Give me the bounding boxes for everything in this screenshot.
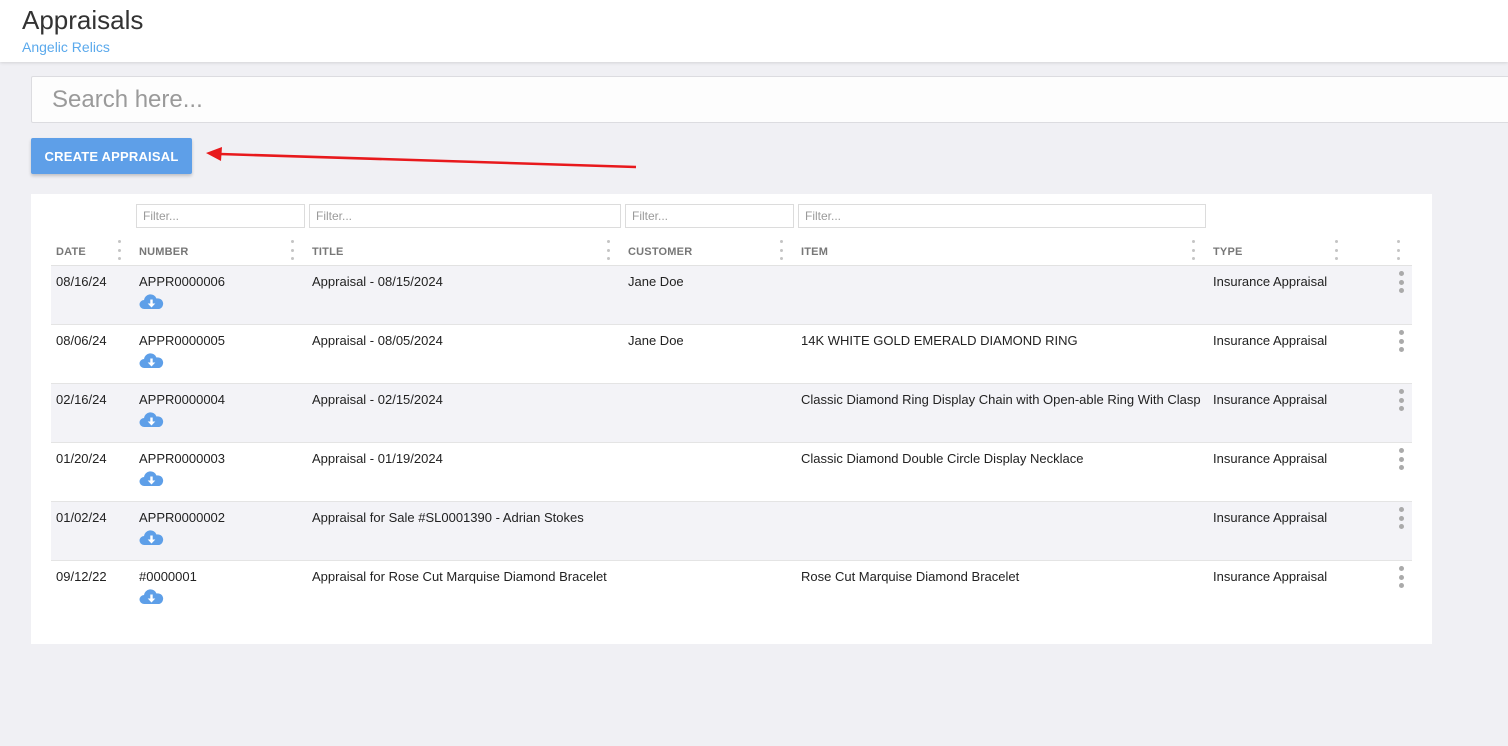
cell-date: 02/16/24 — [56, 392, 107, 407]
cell-type: Insurance Appraisal — [1213, 451, 1328, 466]
cloud-download-icon[interactable] — [139, 353, 164, 369]
cell-title: Appraisal - 08/15/2024 — [312, 274, 443, 289]
table-row[interactable]: 08/16/24 APPR0000006 Appraisal - 08/15/2… — [51, 266, 1412, 325]
cell-type: Insurance Appraisal — [1213, 510, 1328, 525]
create-appraisal-button[interactable]: CREATE APPRAISAL — [31, 138, 192, 174]
cell-customer: Jane Doe — [628, 333, 684, 348]
cell-number: APPR0000004 — [139, 392, 226, 407]
cell-date: 01/02/24 — [56, 510, 107, 525]
cell-date: 01/20/24 — [56, 451, 107, 466]
kebab-menu-icon[interactable] — [1397, 271, 1405, 293]
cell-date: 09/12/22 — [56, 569, 107, 584]
cloud-download-icon[interactable] — [139, 530, 164, 546]
appraisals-table-panel: DATE NUMBER TITLE CUSTOMER ITEM TYPE 08/… — [31, 194, 1432, 644]
cell-date: 08/06/24 — [56, 333, 107, 348]
cell-item: 14K WHITE GOLD EMERALD DIAMOND RING — [801, 333, 1078, 348]
cell-number: APPR0000005 — [139, 333, 226, 348]
column-options-handle[interactable] — [1396, 240, 1400, 260]
kebab-menu-icon[interactable] — [1397, 389, 1405, 411]
filter-customer[interactable] — [625, 204, 794, 228]
cell-number: APPR0000006 — [139, 274, 226, 289]
cell-title: Appraisal - 02/15/2024 — [312, 392, 443, 407]
column-header-number[interactable]: NUMBER — [139, 246, 188, 258]
cell-number: #0000001 — [139, 569, 197, 584]
table-row[interactable]: 09/12/22 #0000001 Appraisal for Rose Cut… — [51, 561, 1412, 620]
column-resize-handle[interactable] — [779, 240, 783, 260]
column-resize-handle[interactable] — [1191, 240, 1195, 260]
kebab-menu-icon[interactable] — [1397, 566, 1405, 588]
kebab-menu-icon[interactable] — [1397, 330, 1405, 352]
kebab-menu-icon[interactable] — [1397, 507, 1405, 529]
column-header-customer[interactable]: CUSTOMER — [628, 246, 692, 258]
column-header-title[interactable]: TITLE — [312, 246, 344, 258]
cell-date: 08/16/24 — [56, 274, 107, 289]
filter-number[interactable] — [136, 204, 305, 228]
column-header-type[interactable]: TYPE — [1213, 246, 1243, 258]
cell-item: Classic Diamond Ring Display Chain with … — [801, 392, 1201, 407]
cell-title: Appraisal for Rose Cut Marquise Diamond … — [312, 569, 607, 584]
search-input[interactable] — [31, 76, 1508, 123]
cell-title: Appraisal - 01/19/2024 — [312, 451, 443, 466]
filter-title[interactable] — [309, 204, 621, 228]
cell-type: Insurance Appraisal — [1213, 274, 1328, 289]
page-title: Appraisals — [22, 5, 144, 35]
cell-type: Insurance Appraisal — [1213, 333, 1328, 348]
filter-item[interactable] — [798, 204, 1206, 228]
column-resize-handle[interactable] — [117, 240, 121, 260]
cell-type: Insurance Appraisal — [1213, 569, 1328, 584]
table-row[interactable]: 01/20/24 APPR0000003 Appraisal - 01/19/2… — [51, 443, 1412, 502]
cell-number: APPR0000002 — [139, 510, 226, 525]
page-subtitle: Angelic Relics — [22, 39, 110, 55]
cell-item: Rose Cut Marquise Diamond Bracelet — [801, 569, 1020, 584]
cloud-download-icon[interactable] — [139, 471, 164, 487]
cell-item: Classic Diamond Double Circle Display Ne… — [801, 451, 1084, 466]
cell-type: Insurance Appraisal — [1213, 392, 1328, 407]
table-body: 08/16/24 APPR0000006 Appraisal - 08/15/2… — [51, 266, 1412, 620]
column-resize-handle[interactable] — [290, 240, 294, 260]
page-header: Appraisals Angelic Relics — [0, 0, 1508, 62]
table-row[interactable]: 02/16/24 APPR0000004 Appraisal - 02/15/2… — [51, 384, 1412, 443]
cell-title: Appraisal - 08/05/2024 — [312, 333, 443, 348]
table-row[interactable]: 01/02/24 APPR0000002 Appraisal for Sale … — [51, 502, 1412, 561]
column-header-item[interactable]: ITEM — [801, 246, 828, 258]
column-resize-handle[interactable] — [606, 240, 610, 260]
table-row[interactable]: 08/06/24 APPR0000005 Appraisal - 08/05/2… — [51, 325, 1412, 384]
column-header-date[interactable]: DATE — [56, 246, 86, 258]
cell-customer: Jane Doe — [628, 274, 684, 289]
column-resize-handle[interactable] — [1334, 240, 1338, 260]
kebab-menu-icon[interactable] — [1397, 448, 1405, 470]
annotation-arrow — [206, 147, 637, 169]
cell-number: APPR0000003 — [139, 451, 226, 466]
cloud-download-icon[interactable] — [139, 294, 164, 310]
cloud-download-icon[interactable] — [139, 412, 164, 428]
cell-title: Appraisal for Sale #SL0001390 - Adrian S… — [312, 510, 584, 525]
cloud-download-icon[interactable] — [139, 589, 164, 605]
